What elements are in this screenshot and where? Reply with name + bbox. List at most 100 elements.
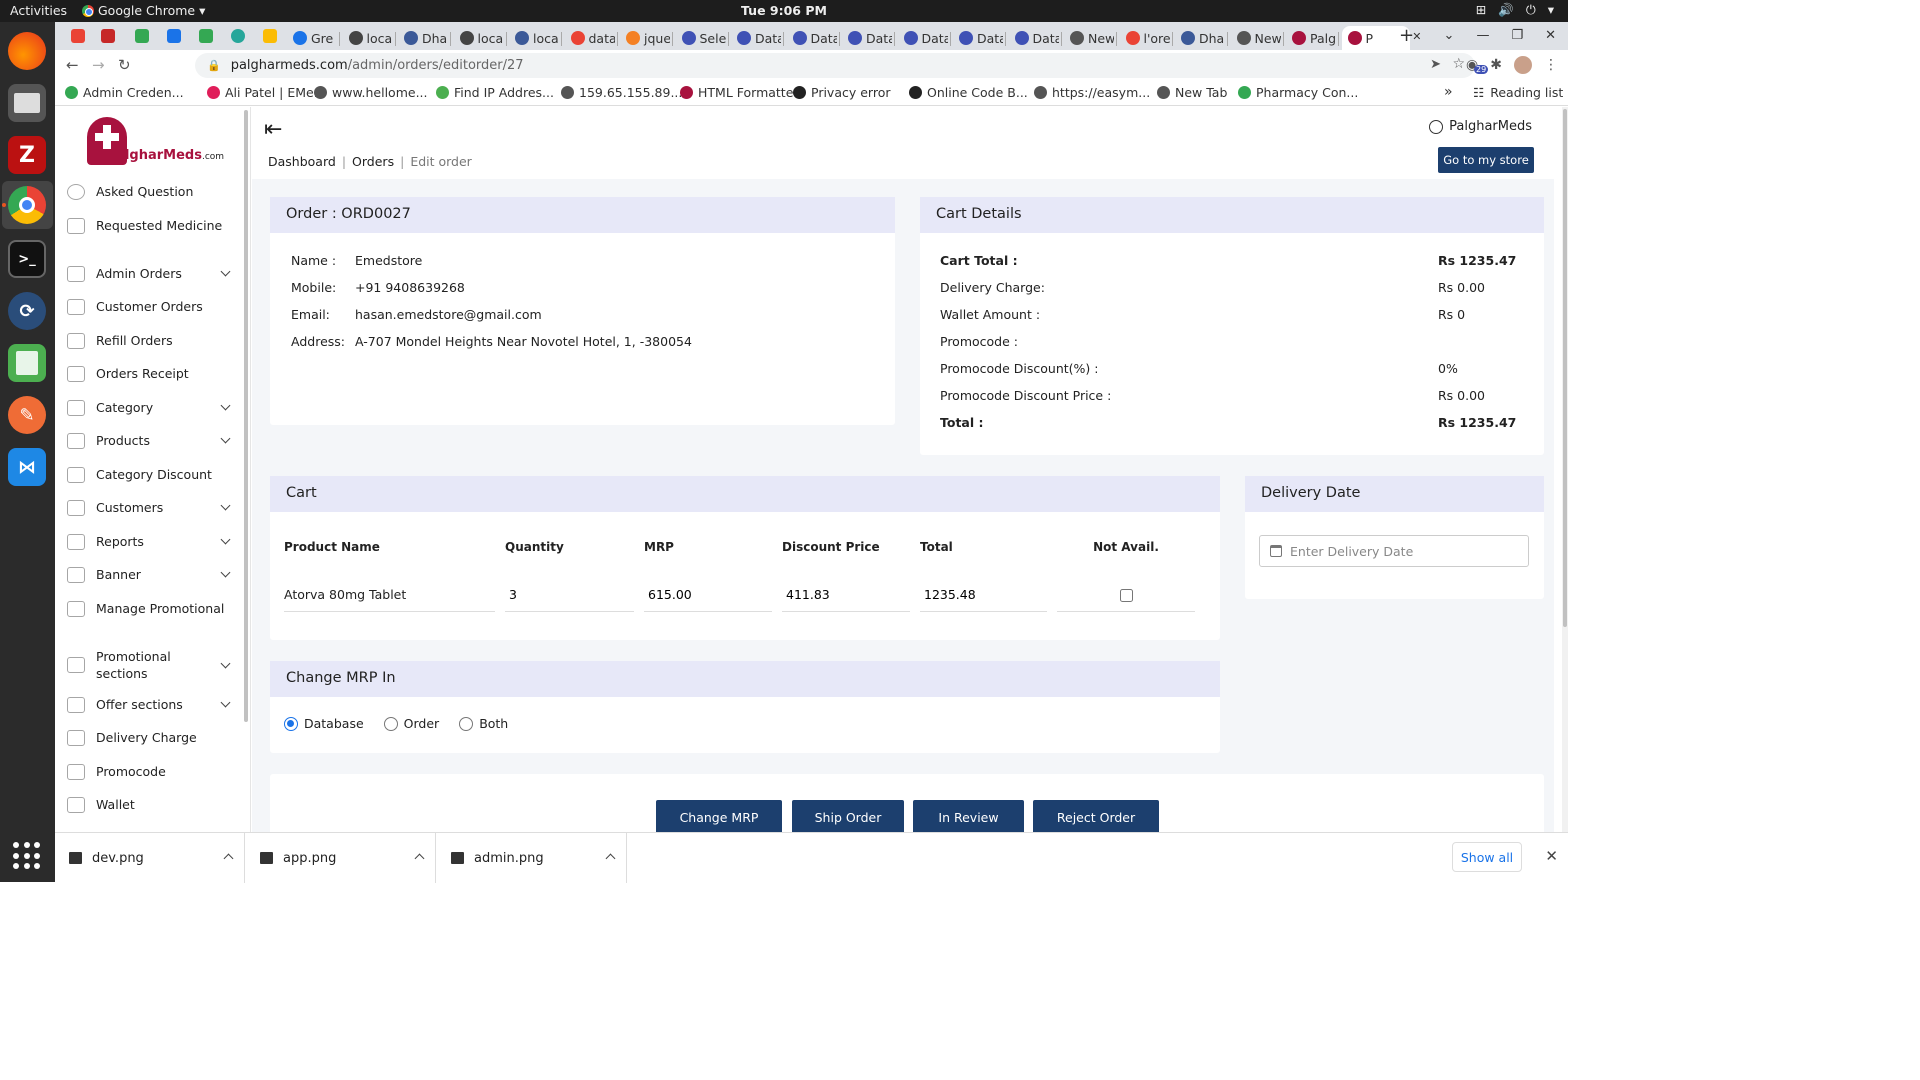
sidebar-item-wallet[interactable]: Wallet	[67, 796, 235, 813]
bookmark-item[interactable]: www.hellome...	[314, 85, 428, 100]
delivery-date-input[interactable]: Enter Delivery Date	[1259, 535, 1529, 567]
mrp-option-database[interactable]: Database	[284, 716, 364, 731]
mrp-input[interactable]	[644, 587, 772, 602]
browser-tab[interactable]: jque	[620, 26, 670, 50]
ship-order-button[interactable]: Ship Order	[792, 800, 904, 832]
in-review-button[interactable]: In Review	[913, 800, 1024, 832]
mrp-option-both[interactable]: Both	[459, 716, 508, 731]
back-button[interactable]: ←	[66, 56, 79, 74]
address-bar[interactable]: 🔒 palgharmeds.com/admin/orders/editorder…	[195, 53, 1475, 78]
breadcrumb-dashboard[interactable]: Dashboard	[268, 154, 336, 169]
system-tray[interactable]: ⊞ 🔊 ⏻ ▾	[1476, 2, 1554, 18]
profile-avatar[interactable]	[1514, 56, 1532, 74]
postman-icon[interactable]: ✎	[8, 396, 46, 434]
terminal-icon[interactable]: >_	[8, 240, 46, 278]
browser-tab[interactable]: Gre	[287, 26, 337, 50]
browser-tab[interactable]: Data	[953, 26, 1003, 50]
bookmarks-more-button[interactable]: »	[1444, 84, 1453, 100]
browser-tab[interactable]: loca	[454, 26, 504, 50]
firefox-icon[interactable]	[8, 32, 46, 70]
page-scrollbar-thumb[interactable]	[1563, 109, 1567, 627]
pinned-tab-icon[interactable]	[231, 29, 245, 43]
bookmark-item[interactable]: Online Code B...	[909, 85, 1028, 100]
quantity-input[interactable]	[505, 587, 634, 602]
spreadsheet-icon[interactable]	[8, 344, 46, 382]
reload-button[interactable]: ↻	[118, 56, 131, 74]
collapse-sidebar-icon[interactable]: ⇤	[264, 117, 282, 142]
send-tab-icon[interactable]: ➤	[1430, 57, 1441, 72]
bookmark-item[interactable]: Privacy error	[793, 85, 891, 100]
browser-tab[interactable]: loca	[343, 26, 393, 50]
pinned-tab-icon[interactable]	[101, 29, 115, 43]
sidebar-item-banner[interactable]: Banner	[67, 566, 235, 583]
bookmark-item[interactable]: HTML Formatter	[680, 85, 799, 100]
extensions-puzzle-icon[interactable]: ✱	[1490, 57, 1502, 73]
chevron-up-icon[interactable]	[414, 853, 425, 864]
files-icon[interactable]	[8, 84, 46, 122]
chrome-menu-icon[interactable]: ⋮	[1544, 57, 1558, 73]
bookmark-item[interactable]: 159.65.155.89...	[561, 85, 682, 100]
sidebar-item-reports[interactable]: Reports	[67, 533, 235, 550]
bookmark-item[interactable]: Admin Creden...	[65, 85, 184, 100]
sidebar-item-manage-promotional[interactable]: Manage Promotional	[67, 600, 235, 617]
bookmark-item[interactable]: Ali Patel | EMe...	[207, 85, 326, 100]
bookmark-item[interactable]: https://easym...	[1034, 85, 1150, 100]
user-menu[interactable]: PalgharMeds	[1429, 119, 1532, 134]
page-scrollbar[interactable]	[1562, 107, 1568, 832]
browser-tab[interactable]: Palg	[1286, 26, 1336, 50]
pinned-tab-icon[interactable]	[71, 29, 85, 43]
extension-icon[interactable]: ◉ 29	[1466, 57, 1489, 74]
browser-tab[interactable]: Data	[898, 26, 948, 50]
download-item[interactable]: dev.png	[55, 833, 245, 883]
filezilla-icon[interactable]: Z	[8, 136, 46, 174]
sidebar-item-orders-receipt[interactable]: Orders Receipt	[67, 365, 235, 382]
browser-tab[interactable]: Data	[842, 26, 892, 50]
browser-tab[interactable]: Dha	[398, 26, 448, 50]
show-apps-icon[interactable]	[13, 842, 41, 870]
browser-tab[interactable]: l'ore	[1120, 26, 1170, 50]
browser-tab[interactable]: Dha	[1175, 26, 1225, 50]
reject-order-button[interactable]: Reject Order	[1033, 800, 1159, 832]
clock[interactable]: Tue 9:06 PM	[0, 3, 1568, 18]
sidebar-item-promocode[interactable]: Promocode	[67, 763, 235, 780]
bookmark-item[interactable]: New Tab	[1157, 85, 1227, 100]
chrome-dock-icon[interactable]	[8, 186, 46, 224]
bookmark-item[interactable]: Pharmacy Con...	[1238, 85, 1358, 100]
sidebar-item-offer-sections[interactable]: Offer sections	[67, 696, 235, 713]
show-all-downloads-button[interactable]: Show all	[1452, 842, 1522, 872]
sidebar-item-promotional-sections[interactable]: Promotional sections	[67, 648, 235, 682]
discount-price-input[interactable]	[782, 587, 910, 602]
pinned-tab-icon[interactable]	[167, 29, 181, 43]
tab-search-icon[interactable]: ⌄	[1444, 28, 1455, 43]
sidebar-item-products[interactable]: Products	[67, 432, 235, 449]
chevron-up-icon[interactable]	[605, 853, 616, 864]
sidebar-item-category[interactable]: Category	[67, 399, 235, 416]
new-tab-button[interactable]: +	[1399, 25, 1414, 46]
browser-tab[interactable]: Data	[1009, 26, 1059, 50]
bookmark-star-icon[interactable]: ☆	[1452, 56, 1465, 72]
go-to-store-button[interactable]: Go to my store	[1438, 147, 1534, 173]
total-input[interactable]	[920, 587, 1047, 602]
sidebar-item-asked-question[interactable]: Asked Question	[67, 183, 235, 200]
close-window-button[interactable]: ✕	[1545, 28, 1556, 43]
sidebar-item-admin-orders[interactable]: Admin Orders	[67, 265, 235, 282]
radio-button[interactable]	[383, 716, 398, 731]
radio-button[interactable]	[284, 716, 298, 731]
breadcrumb-orders[interactable]: Orders	[352, 154, 394, 169]
git-client-icon[interactable]: ⟳	[8, 292, 46, 330]
browser-tab[interactable]: New	[1064, 26, 1114, 50]
forward-button[interactable]: →	[92, 56, 105, 74]
sidebar-item-customer-orders[interactable]: Customer Orders	[67, 298, 235, 315]
sidebar-item-refill-orders[interactable]: Refill Orders	[67, 332, 235, 349]
bookmark-item[interactable]: Find IP Addres...	[436, 85, 554, 100]
download-item[interactable]: admin.png	[437, 833, 627, 883]
browser-tab[interactable]: data	[565, 26, 615, 50]
browser-tab[interactable]: Data	[787, 26, 837, 50]
browser-tab[interactable]: Data	[731, 26, 781, 50]
download-item[interactable]: app.png	[246, 833, 436, 883]
sidebar-item-customers[interactable]: Customers	[67, 499, 235, 516]
pinned-tab-icon[interactable]	[199, 29, 213, 43]
sidebar-item-category-discount[interactable]: Category Discount	[67, 466, 235, 483]
not-available-checkbox[interactable]	[1119, 588, 1133, 602]
sidebar-item-requested-medicine[interactable]: Requested Medicine	[67, 217, 235, 234]
